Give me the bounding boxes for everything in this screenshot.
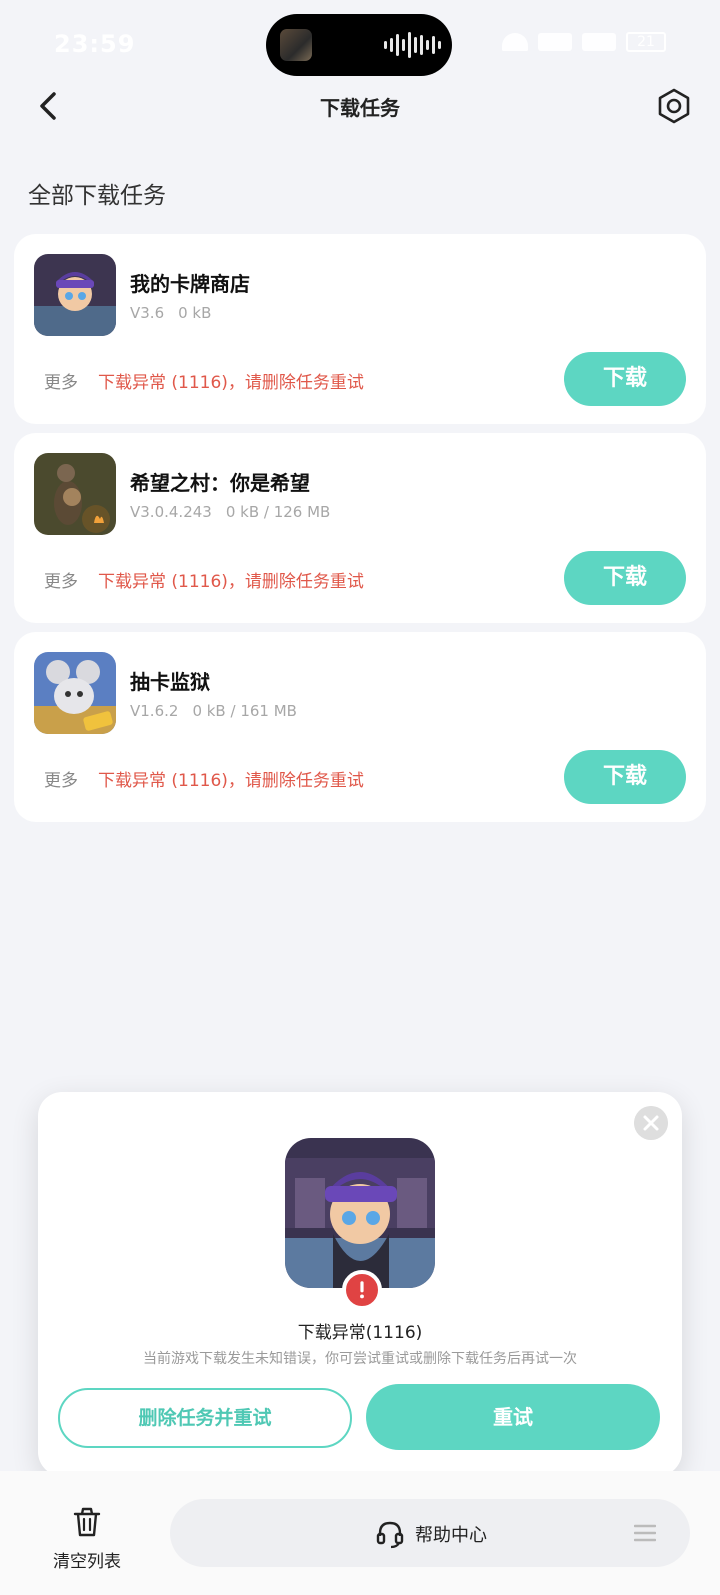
game-icon-hope-village — [34, 453, 116, 535]
task-card[interactable]: 我的卡牌商店 V3.6 0 kB 更多 下载异常 (1116)，请删除任务重试 下… — [14, 234, 706, 424]
error-message: 下载异常 (1116)，请删除任务重试 — [98, 373, 364, 393]
section-title: 全部下载任务 — [28, 183, 166, 209]
task-name: 希望之村：你是希望 — [130, 471, 310, 495]
task-version: V3.0.4.243 — [130, 503, 212, 521]
dynamic-island[interactable] — [266, 14, 452, 76]
task-size: 0 kB — [178, 304, 212, 322]
signal-icon-2 — [582, 33, 616, 51]
task-name: 抽卡监狱 — [130, 670, 210, 694]
signal-icon — [538, 33, 572, 51]
trash-icon — [73, 1507, 101, 1537]
download-button[interactable]: 下载 — [564, 750, 686, 804]
help-center-label: 帮助中心 — [415, 1525, 487, 1546]
error-message: 下载异常 (1116)，请删除任务重试 — [98, 771, 364, 791]
clear-list-button[interactable]: 清空列表 — [40, 1499, 134, 1572]
close-icon[interactable] — [634, 1106, 668, 1140]
settings-icon[interactable] — [654, 86, 694, 126]
headset-icon — [376, 1521, 404, 1549]
retry-button[interactable]: 重试 — [366, 1384, 660, 1450]
game-icon-gacha-prison — [34, 652, 116, 734]
menu-icon[interactable] — [634, 1523, 656, 1543]
game-icon-card-shop — [34, 254, 116, 336]
download-error-dialog: 下载异常(1116) 当前游戏下载发生未知错误，你可尝试重试或删除下载任务后再试… — [38, 1092, 682, 1476]
nav-bar: 下载任务 — [0, 70, 720, 140]
task-name: 我的卡牌商店 — [130, 272, 250, 296]
status-icons: 21 — [502, 32, 666, 52]
wifi-icon — [502, 33, 528, 51]
task-version: V1.6.2 — [130, 702, 179, 720]
game-artwork — [285, 1138, 435, 1288]
bottom-bar: 清空列表 帮助中心 — [0, 1471, 720, 1595]
dialog-title: 下载异常(1116) — [297, 1323, 423, 1343]
task-card[interactable]: 希望之村：你是希望 V3.0.4.243 0 kB / 126 MB 更多 下载异… — [14, 433, 706, 623]
more-link[interactable]: 更多 — [44, 567, 78, 592]
audio-waveform-icon — [384, 32, 441, 58]
dialog-description: 当前游戏下载发生未知错误，你可尝试重试或删除下载任务后再试一次 — [143, 1351, 577, 1367]
more-link[interactable]: 更多 — [44, 368, 78, 393]
task-size: 0 kB / 126 MB — [225, 503, 331, 521]
download-button[interactable]: 下载 — [564, 352, 686, 406]
alert-icon — [342, 1270, 382, 1310]
delete-and-retry-button[interactable]: 删除任务并重试 — [58, 1388, 352, 1448]
task-meta: V3.0.4.243 0 kB / 126 MB — [130, 503, 330, 521]
error-message: 下载异常 (1116)，请删除任务重试 — [98, 572, 364, 592]
task-size: 0 kB / 161 MB — [192, 702, 297, 720]
status-time: 23:59 — [54, 30, 136, 58]
task-version: V3.6 — [130, 304, 165, 322]
page-title: 下载任务 — [320, 96, 400, 120]
battery-icon: 21 — [626, 32, 666, 52]
more-link[interactable]: 更多 — [44, 766, 78, 791]
task-meta: V3.6 0 kB — [130, 304, 211, 322]
task-meta: V1.6.2 0 kB / 161 MB — [130, 702, 297, 720]
task-card[interactable]: 抽卡监狱 V1.6.2 0 kB / 161 MB 更多 下载异常 (1116)，… — [14, 632, 706, 822]
clear-list-label: 清空列表 — [53, 1552, 121, 1572]
download-button[interactable]: 下载 — [564, 551, 686, 605]
now-playing-artwork — [280, 29, 312, 61]
help-center-button[interactable]: 帮助中心 — [170, 1499, 690, 1567]
